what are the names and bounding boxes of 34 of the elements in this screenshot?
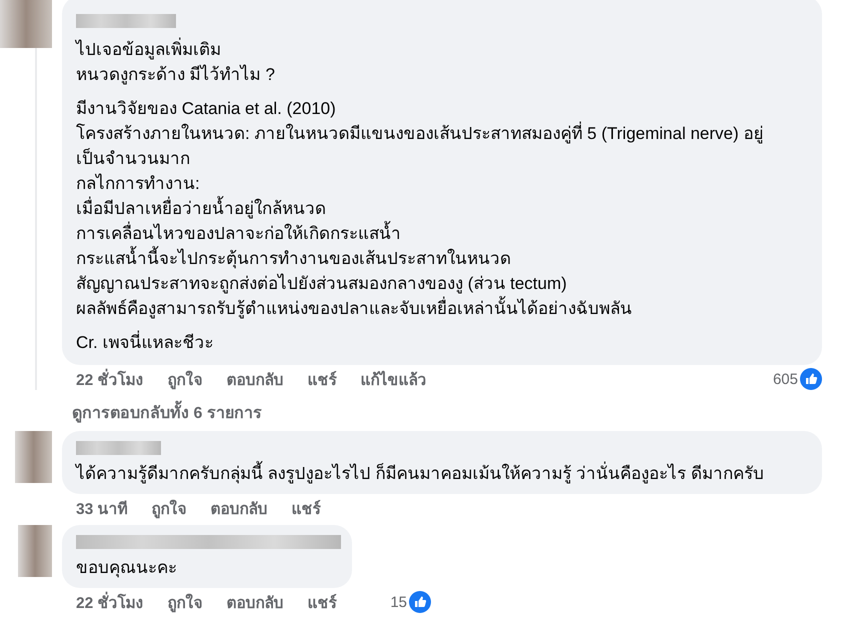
reaction-count[interactable]: 15 (390, 594, 407, 610)
action-link[interactable]: ถูกใจ (168, 366, 203, 392)
action-link[interactable]: แชร์ (308, 366, 337, 392)
action-link[interactable]: ถูกใจ (168, 590, 203, 614)
action-link[interactable]: ตอบกลับ (226, 590, 284, 614)
comment-text: มีงานวิจัยของ Catania et al. (2010) (76, 98, 337, 120)
action-link[interactable]: ตอบกลับ (210, 496, 268, 520)
timestamp-link[interactable]: 22 ชั่วโมง (76, 590, 144, 614)
comment-text: ได้ความรู้ดีมากครับกลุ่มนี้ ลงรูปงูอะไรไป ก็มีคนมาคอมเม้นให้ความรู้ ว่านั่นคืองูอะไร ดีมากครับ (76, 461, 808, 486)
comment-text: กระแสน้ำนี้จะไปกระตุ้นการทำงานของเส้นประสาทในหนวด (76, 246, 782, 271)
like-icon (409, 591, 431, 613)
action-link[interactable]: ตอบกลับ (226, 366, 284, 392)
action-link[interactable]: แชร์ (308, 590, 337, 614)
comment-text: สัญญาณประสาทจะถูกส่งต่อไปยังส่วนสมองกลางของงู (ส่วน tectum) (76, 272, 568, 296)
avatar-placeholder[interactable] (18, 525, 52, 577)
avatar-placeholder[interactable] (15, 431, 52, 483)
comment-text: หนวดงูกระด้าง มีไว้ทำไม ? (76, 64, 276, 86)
action-link[interactable]: แชร์ (292, 496, 321, 520)
timestamp-link[interactable]: 22 ชั่วโมง (76, 366, 144, 392)
comment-text: การเคลื่อนไหวของปลาจะก่อให้เกิดกระแสน้ำ (76, 221, 782, 246)
comment-text: ไปเจอข้อมูลเพิ่มเติม (76, 37, 782, 62)
comment-text: กลไกการทำงาน: (76, 172, 201, 195)
avatar-placeholder[interactable] (0, 0, 52, 48)
view-replies-link[interactable]: ดูการตอบกลับทั้ง 6 รายการ (72, 400, 262, 425)
like-icon (800, 368, 822, 390)
comment-text: โครงสร้างภายในหนวด: ภายในหนวดมีแขนงของเส้นประสาทสมองคู่ที่ 5 (Trigeminal nerve) อยู่เป็นจำนวนมาก (76, 121, 782, 171)
reaction-count[interactable]: 605 (772, 370, 798, 388)
comment-text: ขอบคุณนะคะ (76, 557, 178, 580)
comment-text: ผลลัพธ์คืองูสามารถรับรู้ตำแหน่งของปลาและจับเหยื่อเหล่านั้นได้อย่างฉับพลัน (76, 296, 782, 321)
comment-text: เมื่อมีปลาเหยื่อว่ายน้ำอยู่ใกล้หนวด (76, 196, 782, 221)
edited-label: แก้ไขแล้ว (360, 370, 427, 390)
comment-text: Cr. เพจนี่แหละชีวะ (76, 330, 782, 355)
action-link[interactable]: ถูกใจ (152, 496, 187, 520)
timestamp-link[interactable]: 33 นาที (76, 496, 128, 520)
